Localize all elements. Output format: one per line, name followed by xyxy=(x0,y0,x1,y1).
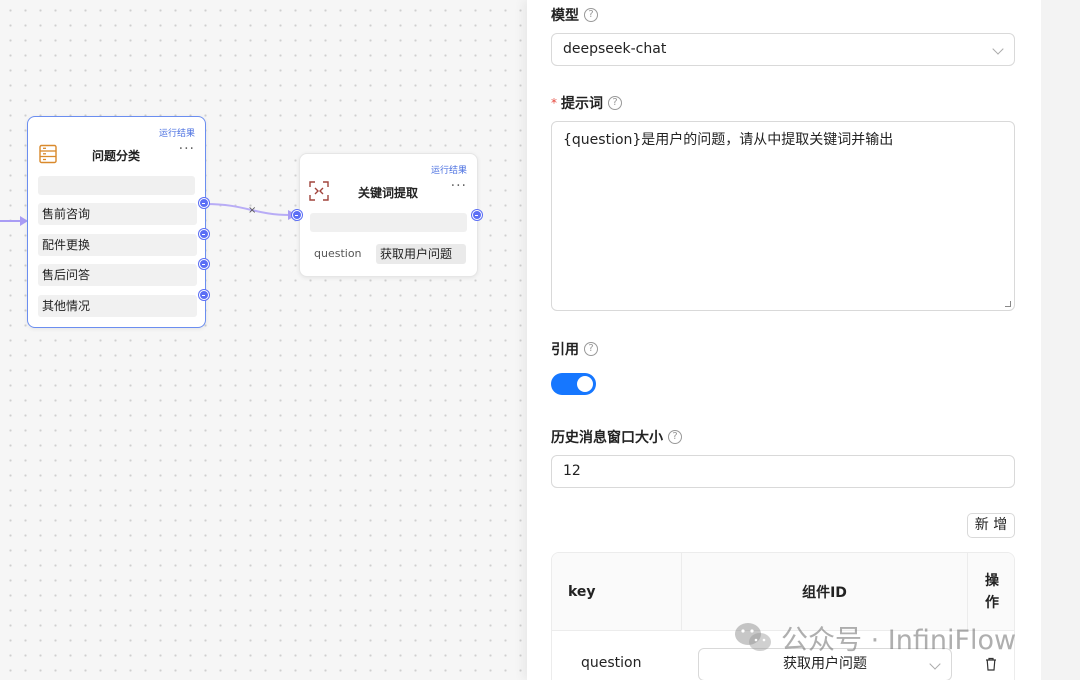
edge-layer: × xyxy=(0,203,297,226)
citation-toggle[interactable] xyxy=(551,373,596,395)
help-icon[interactable]: ? xyxy=(668,430,682,444)
resize-handle-icon[interactable] xyxy=(1005,301,1011,307)
flow-canvas[interactable]: × 运行结果 问题分类 ··· 售前咨询 配件更换 售后问答 其他情况 运行结果… xyxy=(0,0,527,680)
output-handle[interactable] xyxy=(199,259,209,269)
param-value: 获取用户问题 xyxy=(376,244,466,264)
help-icon[interactable]: ? xyxy=(584,342,598,356)
history-window-input[interactable]: 12 xyxy=(551,455,1015,488)
output-handle[interactable] xyxy=(199,229,209,239)
edge-label: × xyxy=(248,205,256,216)
more-icon[interactable]: ··· xyxy=(451,178,467,194)
category-item[interactable]: 其他情况 xyxy=(38,295,197,317)
prompt-label: * 提示词 ? xyxy=(551,93,622,113)
help-icon[interactable]: ? xyxy=(584,8,598,22)
node-title: 关键词提取 xyxy=(358,186,419,200)
more-icon[interactable]: ··· xyxy=(179,141,195,157)
node-description-row xyxy=(310,213,467,232)
category-item[interactable]: 售前咨询 xyxy=(38,203,197,225)
keyword-extract-icon xyxy=(309,181,329,201)
param-table: key 组件ID 操作 question 获取用户问题 xyxy=(551,552,1015,680)
output-handle[interactable] xyxy=(199,290,209,300)
node-description-row xyxy=(38,176,195,195)
watermark-text: 公众号 · InfiniFlow xyxy=(781,625,1017,656)
citation-label: 引用 ? xyxy=(551,339,598,359)
help-icon[interactable]: ? xyxy=(608,96,622,110)
param-key: question xyxy=(314,247,362,260)
wechat-icon xyxy=(735,622,771,651)
chevron-down-icon xyxy=(992,43,1004,55)
category-item[interactable]: 售后问答 xyxy=(38,264,197,286)
row-key: question xyxy=(581,655,642,671)
run-result-link[interactable]: 运行结果 xyxy=(159,126,195,139)
node-param-row: question 获取用户问题 xyxy=(310,244,469,266)
model-label: 模型 ? xyxy=(551,5,598,25)
output-handle[interactable] xyxy=(472,210,482,220)
chevron-down-icon xyxy=(929,658,941,670)
keyword-node[interactable]: 运行结果 关键词提取 ··· question 获取用户问题 xyxy=(299,153,478,277)
required-mark: * xyxy=(551,96,557,110)
history-window-label: 历史消息窗口大小 ? xyxy=(551,427,682,447)
node-title: 问题分类 xyxy=(92,149,141,163)
node-config-panel: 模型 ? deepseek-chat * 提示词 ? {question}是用户… xyxy=(527,0,1041,680)
output-handle[interactable] xyxy=(199,198,209,208)
run-result-link[interactable]: 运行结果 xyxy=(431,163,467,176)
toggle-knob xyxy=(577,376,593,392)
watermark: 公众号 · InfiniFlow xyxy=(733,618,1016,657)
column-header-key: key xyxy=(552,553,682,631)
input-handle[interactable] xyxy=(292,210,302,220)
prompt-textarea[interactable]: {question}是用户的问题，请从中提取关键词并输出 xyxy=(551,121,1015,311)
classify-icon xyxy=(39,144,57,164)
category-item[interactable]: 配件更换 xyxy=(38,234,197,256)
model-select[interactable]: deepseek-chat xyxy=(551,33,1015,66)
delete-icon[interactable] xyxy=(985,657,997,671)
right-edge-strip xyxy=(1041,0,1080,680)
add-button[interactable]: 新 增 xyxy=(967,513,1015,538)
classify-node[interactable]: 运行结果 问题分类 ··· 售前咨询 配件更换 售后问答 其他情况 xyxy=(27,116,206,328)
